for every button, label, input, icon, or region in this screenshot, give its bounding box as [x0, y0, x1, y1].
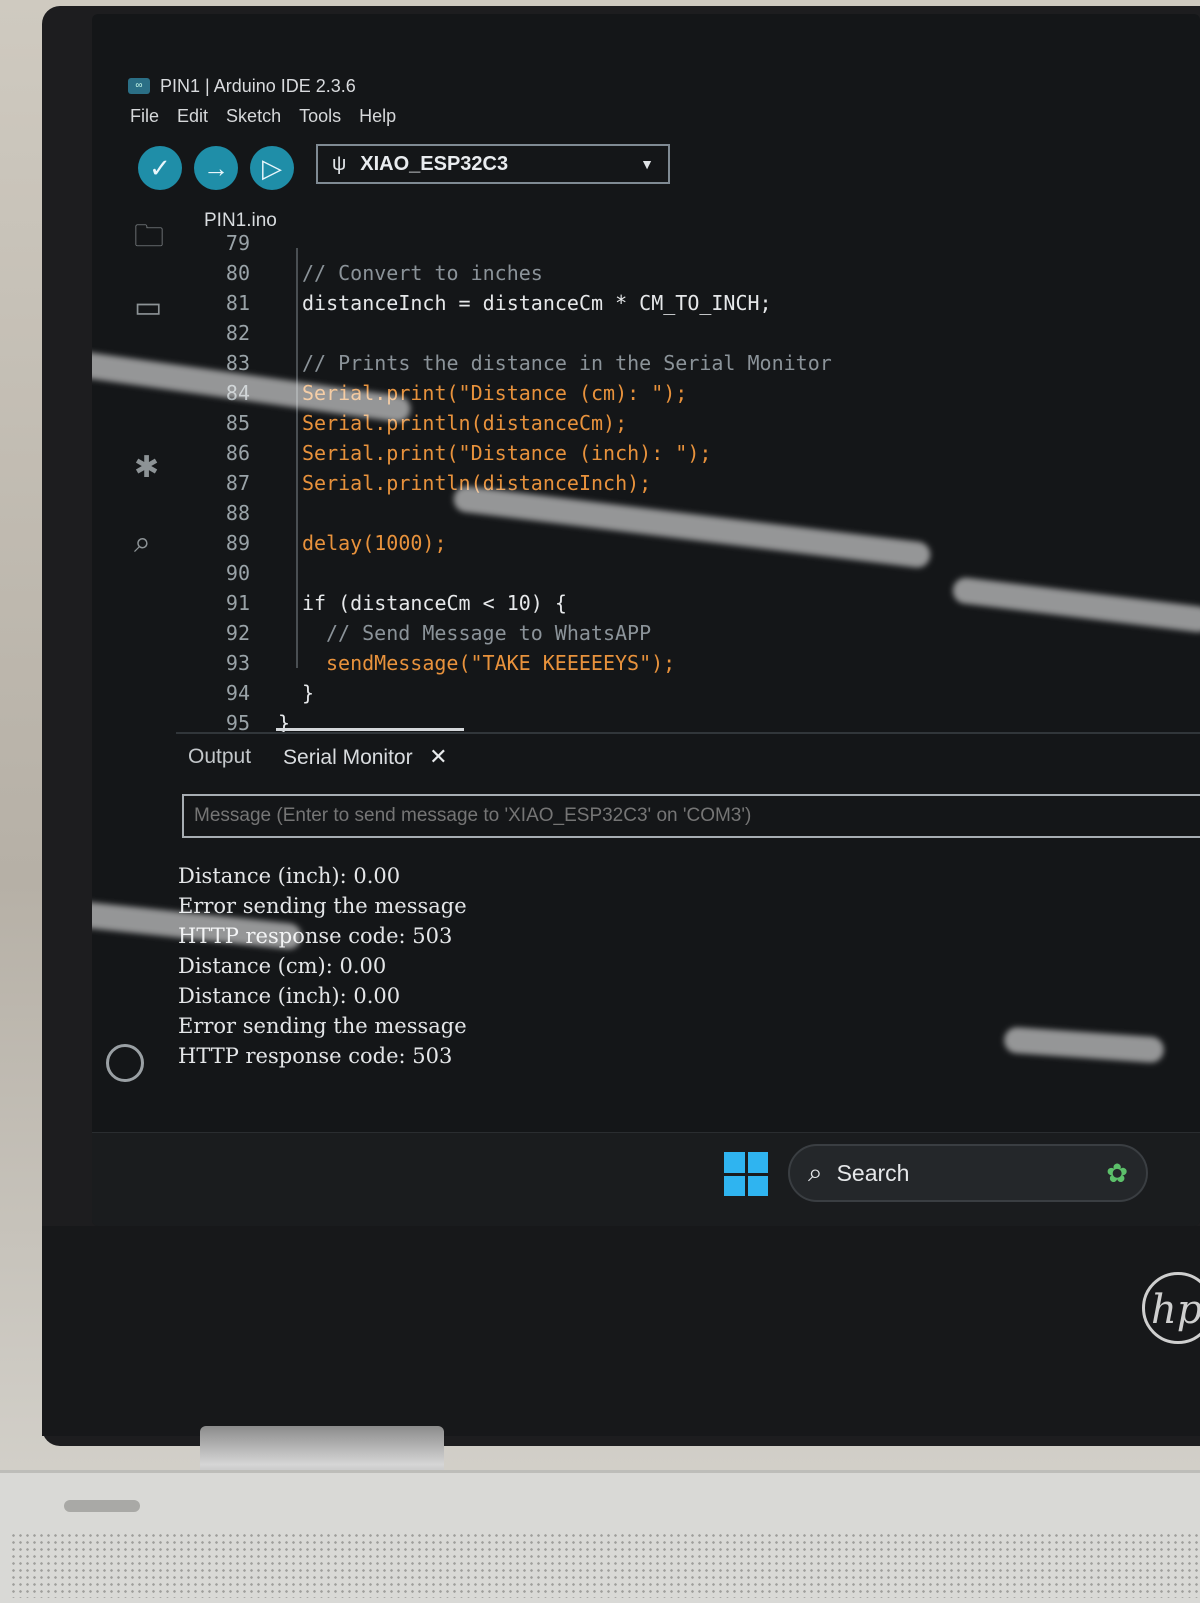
active-tab-indicator	[276, 728, 464, 731]
window-title-bar: ∞ PIN1 | Arduino IDE 2.3.6	[128, 72, 356, 100]
tab-serial-monitor[interactable]: Serial Monitor ✕	[283, 744, 447, 770]
menu-edit[interactable]: Edit	[177, 106, 208, 127]
line-number: 92	[225, 621, 250, 645]
board-selector[interactable]: ψ XIAO_ESP32C3 ▼	[316, 144, 670, 184]
panel-divider	[176, 732, 1200, 734]
code-line: 82	[188, 318, 302, 348]
bottom-panel-tabs: Output Serial Monitor ✕	[188, 744, 448, 770]
line-number: 80	[225, 261, 250, 285]
code-editor[interactable]: 79 80 // Convert to inches 81 distanceInch =…	[188, 231, 1200, 738]
arrow-right-icon: →	[203, 152, 229, 183]
verify-button[interactable]: ✓	[138, 146, 182, 190]
account-icon[interactable]	[106, 1044, 144, 1082]
tab-output[interactable]: Output	[188, 745, 251, 769]
code-text: Serial.print("Distance (inch): ");	[302, 441, 712, 465]
window-title: PIN1 | Arduino IDE 2.3.6	[160, 75, 356, 96]
line-number: 79	[225, 231, 250, 255]
tab-serial-monitor-label: Serial Monitor	[283, 746, 413, 769]
screen-glare	[1003, 1026, 1165, 1064]
line-number: 94	[225, 681, 250, 705]
debug-button[interactable]: ▷	[250, 146, 294, 190]
line-number: 93	[225, 651, 250, 675]
taskbar-search[interactable]: ⌕ Search ✿	[788, 1144, 1148, 1202]
code-text: // Send Message to WhatsAPP	[326, 621, 652, 645]
windows-start-icon[interactable]	[724, 1152, 768, 1196]
code-line: 94}	[188, 678, 314, 708]
chevron-down-icon: ▼	[640, 156, 654, 172]
debug-icon: ▷	[262, 152, 282, 183]
laptop-screen: ∞ PIN1 | Arduino IDE 2.3.6 File Edit Ske…	[92, 14, 1200, 1226]
line-number: 82	[225, 321, 250, 345]
menu-sketch[interactable]: Sketch	[226, 106, 281, 127]
code-text: // Prints the distance in the Serial Mon…	[302, 351, 832, 375]
close-icon[interactable]: ✕	[429, 744, 447, 769]
code-line: 90	[188, 558, 302, 588]
line-number: 88	[225, 501, 250, 525]
code-line: 83// Prints the distance in the Serial M…	[188, 348, 832, 378]
line-number: 86	[225, 441, 250, 465]
board-name: XIAO_ESP32C3	[360, 152, 509, 175]
code-line: 93 sendMessage("TAKE KEEEEEYS");	[188, 648, 675, 678]
code-line: 89 delay(1000);	[188, 528, 447, 558]
screen-bezel	[42, 1226, 1200, 1436]
code-line: 81 distanceInch = distanceCm * CM_TO_INCH…	[188, 288, 772, 318]
boards-manager-icon[interactable]: ▭	[134, 290, 162, 325]
line-number: 81	[225, 291, 250, 315]
code-text: if (distanceCm < 10) {	[302, 591, 567, 615]
code-line: 88	[188, 498, 302, 528]
serial-line: Distance (inch): 0.00	[178, 864, 401, 888]
usb-icon: ψ	[332, 152, 347, 175]
serial-line: Distance (cm): 0.00	[178, 954, 387, 978]
serial-message-input[interactable]	[182, 794, 1200, 838]
line-number: 90	[225, 561, 250, 585]
search-label: Search	[836, 1159, 910, 1186]
plant-icon: ✿	[1106, 1157, 1128, 1188]
line-number: 89	[225, 531, 250, 555]
code-text: distanceInch = distanceCm * CM_TO_INCH;	[302, 291, 772, 315]
line-number: 91	[225, 591, 250, 615]
code-line: 86 Serial.print("Distance (inch): ");	[188, 438, 712, 468]
checkmark-icon: ✓	[149, 152, 171, 183]
serial-line: HTTP response code: 503	[178, 1044, 453, 1068]
serial-line: Error sending the message	[178, 1014, 467, 1038]
line-number: 87	[225, 471, 250, 495]
upload-button[interactable]: →	[194, 146, 238, 190]
serial-line: Distance (inch): 0.00	[178, 984, 401, 1008]
folder-icon[interactable]: 🗀	[134, 214, 164, 265]
base-indicator-slot	[64, 1500, 140, 1512]
code-line: 92 // Send Message to WhatsAPP	[188, 618, 651, 648]
code-text: delay(1000);	[302, 531, 447, 555]
serial-output: Distance (inch): 0.00 Error sending the …	[178, 864, 467, 1074]
speaker-grille	[10, 1532, 1200, 1598]
code-text: }	[302, 681, 315, 705]
search-icon[interactable]: ⌕	[134, 526, 151, 560]
arduino-app-icon: ∞	[128, 78, 150, 94]
code-line: 79	[188, 228, 302, 258]
code-text: sendMessage("TAKE KEEEEEYS");	[326, 651, 676, 675]
code-line: 80 // Convert to inches	[188, 258, 543, 288]
menu-file[interactable]: File	[130, 106, 159, 127]
code-text: // Convert to inches	[302, 261, 543, 285]
code-line: 91 if (distanceCm < 10) {	[188, 588, 567, 618]
line-number: 85	[225, 411, 250, 435]
menu-help[interactable]: Help	[359, 106, 396, 127]
toolbar: ✓ → ▷	[138, 146, 294, 190]
code-line: 87 Serial.println(distanceInch);	[188, 468, 651, 498]
menu-bar: File Edit Sketch Tools Help	[130, 106, 396, 127]
search-icon: ⌕	[808, 1157, 823, 1187]
menu-tools[interactable]: Tools	[299, 106, 341, 127]
debug-sidebar-icon[interactable]: ✱	[134, 450, 159, 485]
